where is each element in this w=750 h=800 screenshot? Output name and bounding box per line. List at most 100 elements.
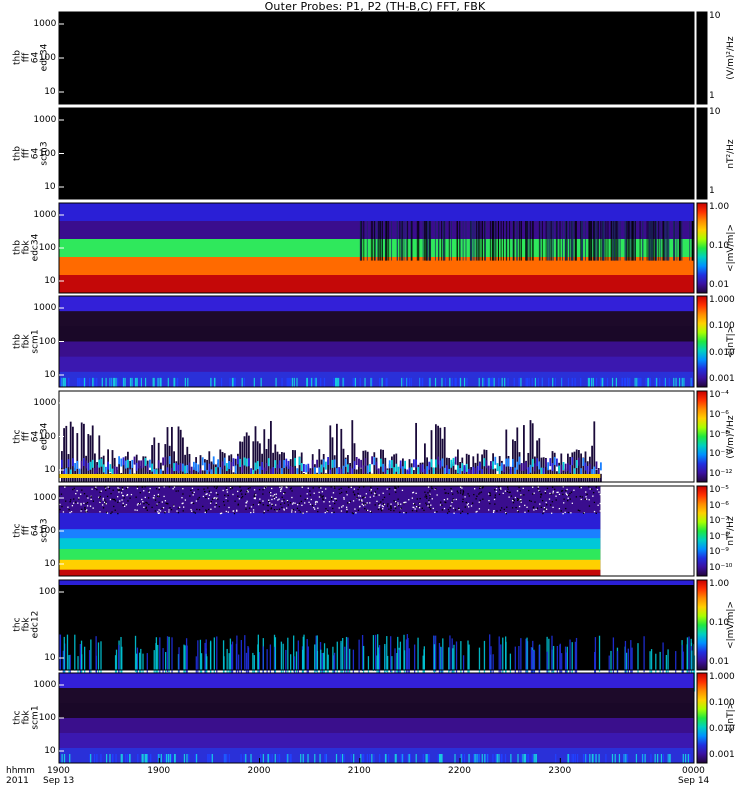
speckle-thc-fff-scm3	[427, 505, 429, 507]
speckle-thc-fff-scm3	[98, 497, 101, 499]
streak-thc-fbk-scm1	[373, 754, 375, 763]
streak-thc-fbk-scm1	[385, 754, 387, 763]
ylabel-thb-fbk-scm1: scm1	[30, 328, 41, 354]
speckle-thc-fff-scm3	[343, 496, 345, 499]
streak-thb-fbk-edc34	[552, 221, 554, 261]
streak-thc-fbk-scm1	[682, 754, 684, 763]
streak-thb-fbk-scm1	[370, 377, 372, 387]
streak-thc-fbk-scm1	[208, 754, 210, 763]
speckle-thc-fff-scm3	[134, 509, 136, 511]
cb-tick-thb-fbk-edc34: 1.00	[709, 202, 730, 212]
ytick-thb-fff-scm3: 10	[44, 182, 56, 192]
speckle-thc-fff-scm3	[524, 511, 526, 513]
speckle-thc-fff-scm3	[499, 509, 502, 511]
speckle-thc-fff-scm3	[262, 504, 264, 506]
speckle-thc-fff-scm3	[270, 492, 272, 494]
streak-thc-fbk-scm1	[495, 754, 497, 763]
speckle-thc-fff-scm3	[476, 495, 478, 497]
speckle-thc-fff-scm3	[240, 489, 242, 491]
speckle-thc-fff-scm3	[449, 507, 451, 509]
speckle-thc-fff-scm3	[322, 495, 324, 497]
streak-thb-fbk-edc34	[478, 221, 480, 261]
streak-thc-fbk-edc12	[417, 637, 419, 674]
speckle-thc-fff-scm3	[514, 496, 517, 499]
streak-thc-fbk-scm1	[402, 754, 404, 763]
streak-thb-fbk-scm1	[636, 377, 638, 387]
speckle-thc-fff-scm3	[454, 509, 457, 511]
speckle-thc-fff-scm3	[312, 487, 314, 489]
speckle-thc-fff-scm3	[343, 498, 345, 500]
speckle-thc-fff-scm3	[444, 488, 446, 491]
spike-thc-fff-edc34	[72, 426, 74, 482]
ytick-thc-fbk-edc12: 100	[38, 587, 56, 597]
speckle-thc-fff-scm3	[388, 487, 391, 490]
speckle-thc-fff-scm3	[271, 503, 273, 505]
speckle-thc-fff-scm3	[460, 512, 462, 514]
streak-thb-fbk-edc34	[571, 221, 573, 261]
spike-color-thc-fff-edc34	[575, 460, 578, 469]
speckle-thc-fff-scm3	[540, 493, 542, 496]
streak-thb-fbk-scm1	[153, 377, 155, 387]
streak-thb-fbk-scm1	[333, 377, 335, 387]
speckle-thc-fff-scm3	[281, 496, 283, 498]
speckle-thc-fff-scm3	[301, 504, 303, 507]
streak-thc-fbk-edc12	[74, 634, 76, 671]
streak-thc-fbk-scm1	[250, 754, 252, 763]
streak-thb-fbk-scm1	[531, 377, 533, 387]
spike-color-thc-fff-edc34	[212, 456, 215, 465]
speckle-thc-fff-scm3	[534, 501, 536, 503]
spike-color-thc-fff-edc34	[496, 463, 499, 472]
speckle-thc-fff-scm3	[346, 511, 348, 513]
speckle-thc-fff-scm3	[403, 511, 405, 514]
speckle-thc-fff-scm3	[515, 506, 517, 509]
spike-color-thc-fff-edc34	[223, 457, 226, 466]
speckle-thc-fff-scm3	[215, 487, 218, 490]
xtick-date: Sep 13	[43, 776, 75, 786]
spike-color-thc-fff-edc34	[193, 461, 195, 470]
speckle-thc-fff-scm3	[238, 498, 241, 500]
spike-color-thc-fff-edc34	[274, 460, 277, 469]
band-thc-fff-scm3	[59, 513, 601, 530]
speckle-thc-fff-scm3	[245, 508, 247, 510]
cb-tick-thb-fbk-scm1: 0.001	[709, 374, 735, 384]
streak-thb-fbk-edc34	[565, 221, 567, 261]
xtick-label: 2200	[448, 766, 471, 776]
streak-thc-fbk-scm1	[126, 754, 129, 763]
streak-thb-fbk-edc34	[434, 221, 436, 261]
streak-thb-fbk-scm1	[526, 377, 529, 387]
streak-thb-fbk-scm1	[176, 377, 178, 387]
speckle-thc-fff-scm3	[451, 490, 453, 492]
streak-thb-fbk-scm1	[567, 377, 570, 387]
spike-color-thc-fff-edc34	[344, 458, 347, 467]
speckle-thc-fff-scm3	[204, 511, 206, 514]
cb-tick-thc-fbk-scm1: 0.001	[709, 750, 735, 760]
streak-thc-fbk-scm1	[685, 754, 687, 763]
streak-thc-fbk-edc12	[347, 637, 349, 674]
speckle-thc-fff-scm3	[324, 497, 327, 499]
speckle-thc-fff-scm3	[361, 499, 363, 501]
streak-thb-fbk-edc34	[462, 221, 464, 261]
speckle-thc-fff-scm3	[177, 507, 180, 509]
speckle-thc-fff-scm3	[65, 500, 67, 502]
streak-thb-fbk-scm1	[444, 377, 447, 387]
spike-color-thc-fff-edc34	[586, 465, 589, 474]
streak-thc-fbk-edc12	[594, 637, 597, 674]
speckle-thc-fff-scm3	[526, 506, 528, 508]
cb-tick-thb-fff-edc34: 1	[709, 91, 715, 101]
speckle-thc-fff-scm3	[101, 504, 104, 506]
speckle-thc-fff-scm3	[105, 503, 107, 505]
streak-thb-fbk-scm1	[537, 377, 539, 387]
streak-thb-fbk-scm1	[243, 377, 245, 387]
band-thb-fbk-edc34	[59, 203, 694, 222]
streak-thb-fbk-edc34	[597, 221, 599, 261]
streak-thb-fbk-edc34	[495, 221, 497, 261]
spike-color-thc-fff-edc34	[316, 459, 318, 468]
spike-color-thc-fff-edc34	[507, 458, 510, 467]
streak-thc-fbk-scm1	[589, 754, 591, 763]
speckle-thc-fff-scm3	[369, 489, 371, 492]
speckle-thc-fff-scm3	[281, 500, 283, 502]
streak-thc-fbk-scm1	[568, 754, 571, 763]
streak-thb-fbk-scm1	[136, 377, 138, 387]
streak-thc-fbk-edc12	[336, 641, 338, 678]
streak-thb-fbk-scm1	[429, 377, 431, 387]
